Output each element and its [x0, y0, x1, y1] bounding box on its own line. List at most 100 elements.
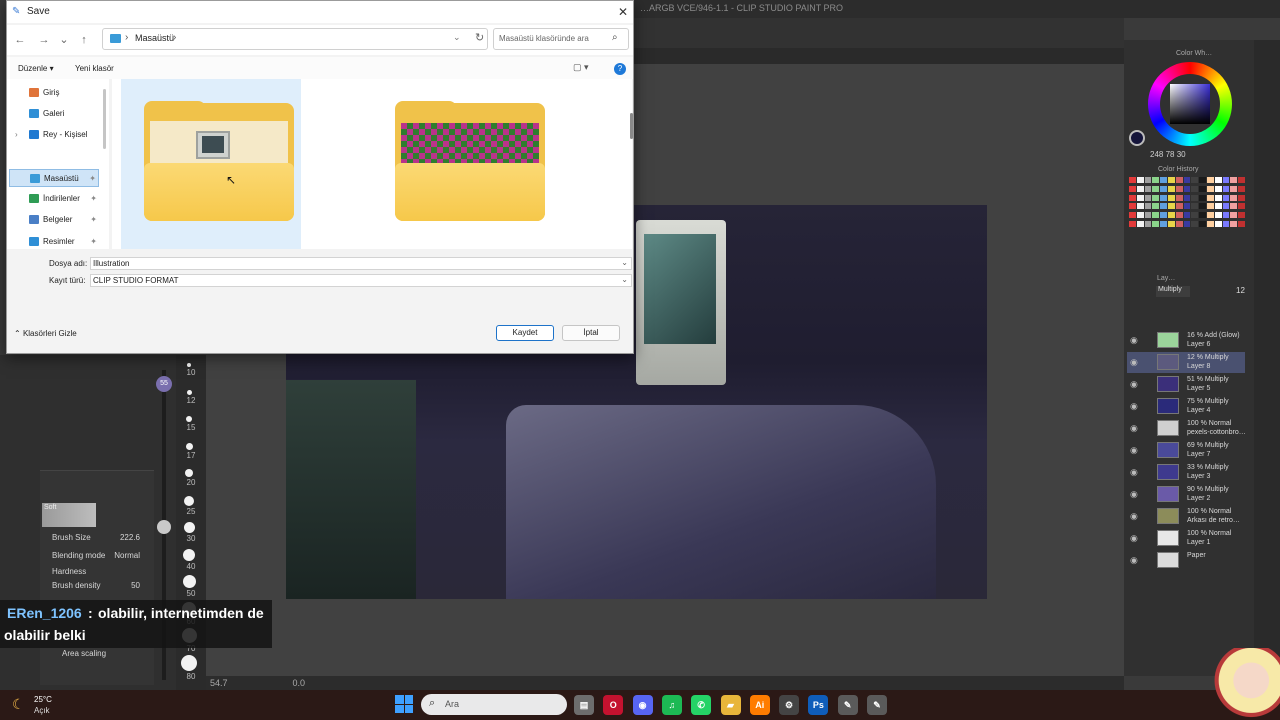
color-history-swatch[interactable]: [1199, 185, 1206, 192]
breadcrumb-chevron-icon[interactable]: ›: [125, 32, 128, 43]
color-history-swatch[interactable]: [1183, 177, 1191, 183]
color-history-swatch[interactable]: [1183, 221, 1191, 228]
brush-size-value[interactable]: 222.6: [120, 533, 140, 542]
color-history-swatch[interactable]: [1144, 185, 1152, 192]
color-history-swatch[interactable]: [1207, 203, 1214, 210]
color-history-swatch[interactable]: [1175, 194, 1183, 201]
zoom-readout[interactable]: 54.7: [210, 678, 228, 688]
eye-visibility-icon[interactable]: ◉: [1130, 533, 1138, 544]
breadcrumb-chevron-icon[interactable]: ›: [173, 32, 176, 43]
layer-row[interactable]: ◉ 100 % Normal Layer 1: [1127, 528, 1245, 549]
color-history-swatch[interactable]: [1152, 185, 1160, 192]
photoshop-app-icon[interactable]: Ps: [808, 695, 829, 715]
brush-size-slider-knob[interactable]: [157, 520, 171, 534]
clip-studio-app-icon[interactable]: ✎: [837, 695, 858, 715]
eye-visibility-icon[interactable]: ◉: [1130, 467, 1138, 478]
color-history-swatch[interactable]: [1168, 177, 1175, 183]
color-history-swatch[interactable]: [1160, 203, 1167, 210]
blending-mode-row[interactable]: Blending mode Normal: [52, 551, 144, 564]
whatsapp-app-icon[interactable]: ✆: [691, 695, 712, 715]
color-history-swatch[interactable]: [1183, 203, 1191, 210]
brush-size-dot[interactable]: [186, 389, 192, 395]
color-history-swatch[interactable]: [1222, 212, 1230, 219]
brush-size-dot[interactable]: [184, 495, 194, 506]
layer-row[interactable]: ◉ 16 % Add (Glow) Layer 6: [1127, 330, 1245, 351]
color-history-swatch[interactable]: [1222, 177, 1230, 183]
color-history-swatch[interactable]: [1183, 194, 1191, 201]
color-history-swatch[interactable]: [1175, 177, 1183, 183]
color-history-swatch[interactable]: [1129, 194, 1136, 201]
brush-size-dot[interactable]: [187, 363, 191, 367]
eye-visibility-icon[interactable]: ◉: [1130, 379, 1138, 390]
cancel-button[interactable]: İptal: [562, 325, 620, 341]
illustrator-app-icon[interactable]: Ai: [749, 695, 770, 715]
layer-blend-mode-select[interactable]: Multiply: [1156, 286, 1190, 297]
color-history-swatch[interactable]: [1152, 212, 1160, 219]
color-history-swatch[interactable]: [1207, 185, 1214, 192]
nav-item-0[interactable]: Giriş: [9, 84, 99, 102]
nav-item-1[interactable]: Galeri: [9, 105, 99, 123]
brush-size-row[interactable]: Brush Size 222.6: [52, 533, 144, 546]
color-history-swatch[interactable]: [1238, 194, 1245, 201]
color-history-grid[interactable]: [1129, 177, 1245, 229]
color-history-swatch[interactable]: [1191, 221, 1199, 228]
expand-chevron-icon[interactable]: ›: [15, 126, 18, 144]
color-history-swatch[interactable]: [1238, 177, 1245, 183]
moon-weather-icon[interactable]: ☾: [12, 696, 25, 713]
color-history-swatch[interactable]: [1175, 203, 1183, 210]
eye-visibility-icon[interactable]: ◉: [1130, 423, 1138, 434]
color-history-swatch[interactable]: [1160, 212, 1167, 219]
color-history-swatch[interactable]: [1136, 221, 1144, 228]
brush-density-value[interactable]: 50: [131, 581, 140, 590]
folder-app-icon[interactable]: ▰: [720, 695, 741, 715]
file-type-select[interactable]: CLIP STUDIO FORMAT ⌄: [90, 274, 632, 287]
brush-size-dot[interactable]: [185, 442, 193, 450]
color-history-swatch[interactable]: [1136, 194, 1144, 201]
view-options-icon[interactable]: ▢ ▾: [573, 62, 589, 73]
color-history-swatch[interactable]: [1207, 194, 1214, 201]
color-history-swatch[interactable]: [1152, 177, 1160, 183]
color-history-swatch[interactable]: [1144, 212, 1152, 219]
navigation-scrollbar[interactable]: [103, 89, 106, 149]
color-history-swatch[interactable]: [1136, 177, 1144, 183]
color-history-swatch[interactable]: [1199, 203, 1206, 210]
eye-visibility-icon[interactable]: ◉: [1130, 555, 1138, 566]
close-icon[interactable]: ✕: [615, 4, 631, 20]
brush-density-row[interactable]: Brush density 50: [52, 581, 144, 594]
eye-visibility-icon[interactable]: ◉: [1130, 511, 1138, 522]
layer-row[interactable]: ◉ Paper: [1127, 550, 1245, 571]
brush-size-dot[interactable]: [185, 469, 193, 477]
color-history-swatch[interactable]: [1214, 212, 1222, 219]
windows-start-icon[interactable]: [395, 695, 413, 713]
color-history-swatch[interactable]: [1191, 203, 1199, 210]
color-history-swatch[interactable]: [1230, 212, 1238, 219]
color-history-swatch[interactable]: [1160, 194, 1167, 201]
color-history-swatch[interactable]: [1152, 203, 1160, 210]
color-history-swatch[interactable]: [1129, 185, 1136, 192]
weather-description[interactable]: Açık: [34, 706, 50, 715]
file-list-scrollbar[interactable]: [630, 113, 633, 139]
color-history-swatch[interactable]: [1136, 212, 1144, 219]
color-history-swatch[interactable]: [1136, 203, 1144, 210]
address-bar[interactable]: › Masaüstü › ⌄ ↻: [102, 28, 488, 50]
nav-item-5[interactable]: Belgeler ✦: [9, 211, 99, 229]
color-saturation-square[interactable]: [1170, 84, 1210, 124]
color-history-swatch[interactable]: [1191, 185, 1199, 192]
file-list-area[interactable]: [112, 79, 632, 249]
color-history-swatch[interactable]: [1168, 212, 1175, 219]
chevron-down-icon[interactable]: ⌄: [57, 33, 71, 47]
color-history-swatch[interactable]: [1207, 212, 1214, 219]
color-history-swatch[interactable]: [1230, 194, 1238, 201]
organize-button[interactable]: Düzenle ▾: [18, 64, 54, 73]
color-history-swatch[interactable]: [1199, 221, 1206, 228]
color-history-swatch[interactable]: [1160, 221, 1167, 228]
eye-visibility-icon[interactable]: ◉: [1130, 489, 1138, 500]
color-history-swatch[interactable]: [1230, 203, 1238, 210]
nav-item-6[interactable]: Resimler ✦: [9, 233, 99, 251]
layer-row[interactable]: ◉ 90 % Multiply Layer 2: [1127, 484, 1245, 505]
color-history-swatch[interactable]: [1144, 221, 1152, 228]
color-history-swatch[interactable]: [1175, 185, 1183, 192]
file-name-input[interactable]: Illustration ⌄: [90, 257, 632, 270]
color-history-swatch[interactable]: [1199, 212, 1206, 219]
brush-size-dot[interactable]: [183, 522, 195, 533]
